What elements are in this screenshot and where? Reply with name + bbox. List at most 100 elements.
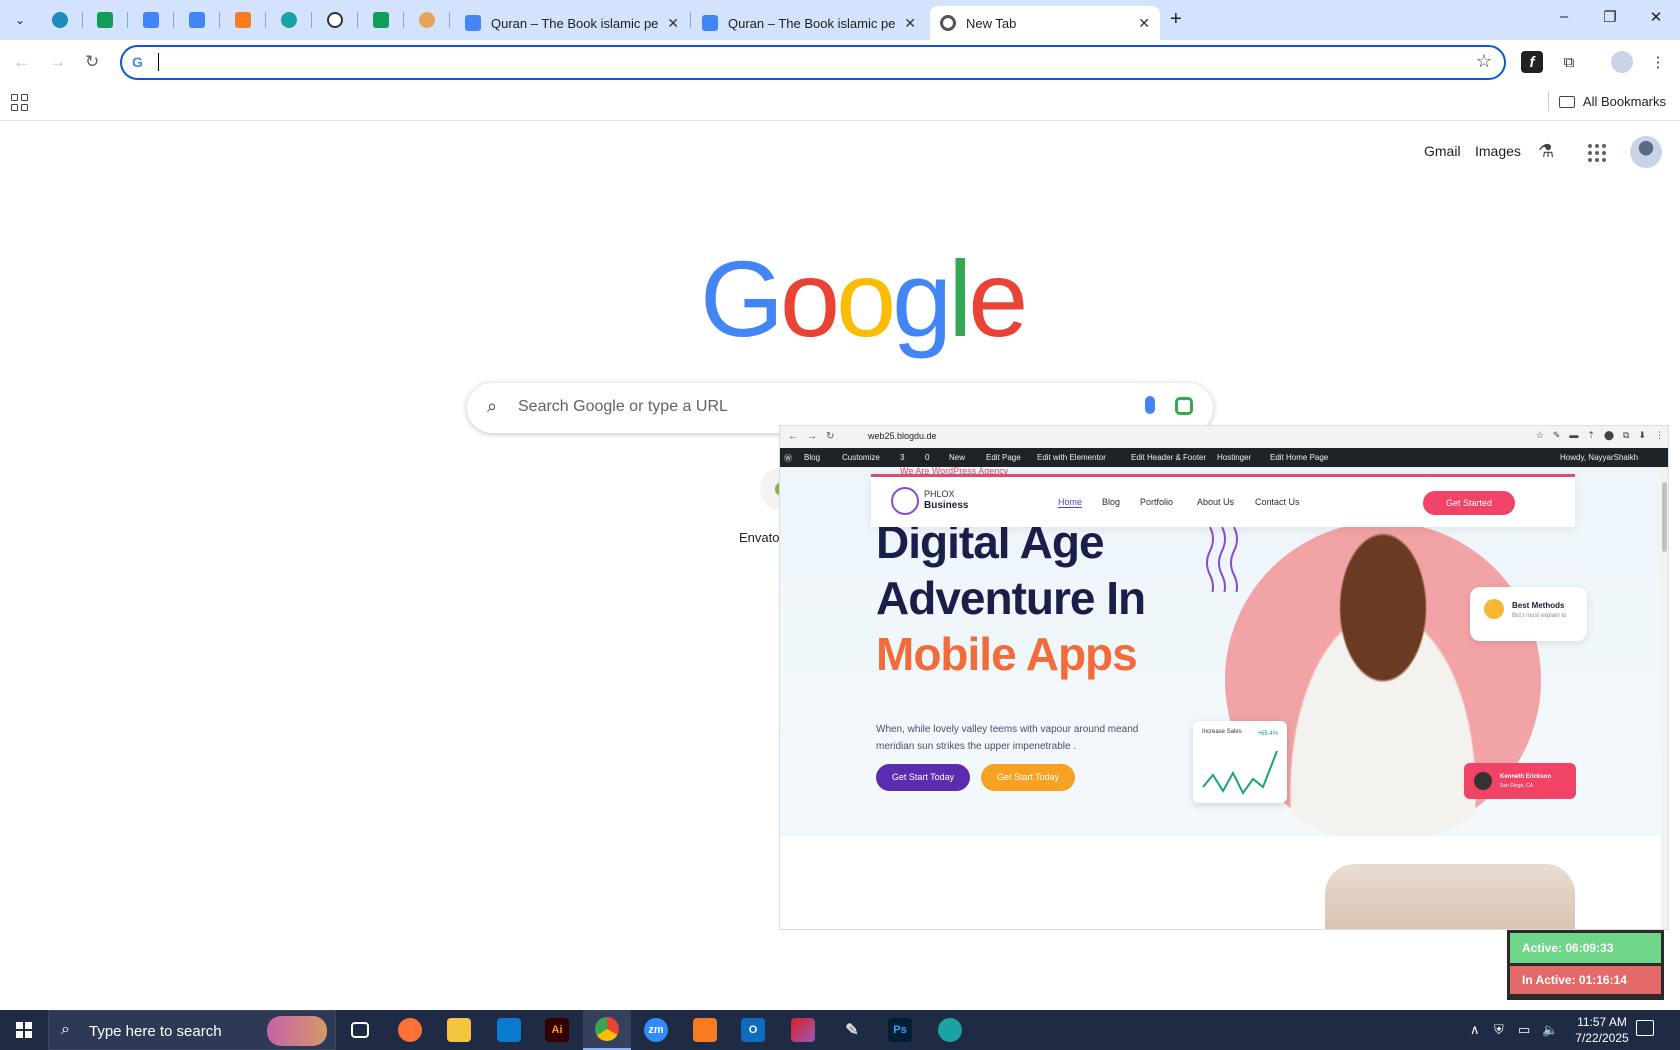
tab-separator [449,12,450,28]
tab-title: New Tab [966,15,1017,31]
taskbar-app[interactable] [926,1010,974,1050]
tab-separator [265,12,266,28]
taskbar-creative-cloud[interactable] [779,1010,827,1050]
apps-grid-icon[interactable] [11,94,28,111]
pinned-tab-docs-2[interactable] [184,8,210,32]
restore-button[interactable]: ❐ [1587,8,1633,26]
gmail-link[interactable]: Gmail [1424,143,1461,159]
pinned-tab-docs[interactable] [138,8,164,32]
pinned-tab-wordpress[interactable] [47,8,73,32]
minimize-button[interactable]: – [1541,8,1587,25]
microphone-icon[interactable] [1145,396,1155,414]
close-icon[interactable]: ✕ [904,15,916,32]
admin-comments: 0 [925,453,930,462]
sheets-icon [97,12,113,28]
close-window-button[interactable]: ✕ [1633,8,1679,26]
forward-button[interactable]: → [49,52,66,72]
active-time: Active: 06:09:33 [1510,933,1661,963]
pinned-tab-xampp[interactable] [230,8,256,32]
wordpress-icon [52,12,68,28]
admin-new: New [949,453,966,462]
extension-icon[interactable]: f [1521,51,1543,73]
brand-top: PHLOX [924,489,955,499]
squiggle-decoration [1206,526,1238,592]
get-start-today-button: Get Start Today [876,764,970,791]
task-view-button[interactable] [336,1010,384,1050]
taskbar-pen-tool[interactable]: ✎ [828,1010,876,1050]
tab-separator [82,12,83,28]
taskbar-search[interactable]: ⌕ Type here to search [48,1010,336,1050]
search-highlight-image [267,1016,327,1046]
tray-volume-icon[interactable]: 🔈 [1542,1022,1558,1038]
address-bar[interactable]: G ☆ [120,45,1506,80]
tab-separator [357,12,358,28]
browser-toolbar: ← → ↻ G ☆ f ⧉ ⋮ [0,40,1680,85]
taskbar-firefox[interactable] [386,1010,434,1050]
pinned-tab-arabic[interactable] [414,8,440,32]
pinned-tab-app[interactable] [276,8,302,32]
taskbar-chrome[interactable] [583,1010,631,1050]
extensions-puzzle-icon[interactable]: ⧉ [1558,51,1580,73]
windows-start-icon[interactable] [16,1022,32,1038]
tab-search-chevron-icon[interactable]: ⌄ [8,8,32,32]
taskbar-zoom[interactable]: zm [632,1010,680,1050]
taskbar-outlook[interactable]: O [729,1010,777,1050]
images-link[interactable]: Images [1475,143,1521,159]
all-bookmarks-button[interactable]: All Bookmarks [1558,94,1666,109]
tray-network-icon[interactable]: ▭ [1518,1022,1530,1038]
firefox-icon [398,1018,422,1042]
folder-icon [1558,95,1575,108]
openai-icon [327,12,343,28]
labs-flask-icon[interactable]: ⚗ [1538,141,1554,162]
phlox-logo-icon [891,487,919,515]
illustrator-icon: Ai [545,1018,569,1042]
account-avatar[interactable] [1630,136,1662,168]
sheets-icon [373,12,389,28]
logo-letter: l [948,238,972,359]
logo-letter: o [780,238,840,359]
inactive-time: In Active: 01:16:14 [1510,966,1661,994]
sales-line-graphic [1202,750,1278,795]
tab-quran-1[interactable]: Quran – The Book islamic peopl ✕ [455,6,689,40]
profile-avatar[interactable] [1611,51,1633,73]
tab-quran-2[interactable]: Quran – The Book islamic peopl ✕ [692,6,926,40]
taskbar-photoshop[interactable]: Ps [876,1010,924,1050]
notifications-icon[interactable] [1636,1020,1654,1036]
pinned-tab-openai[interactable] [322,8,348,32]
reload-button[interactable]: ↻ [85,52,99,72]
google-apps-icon[interactable] [1588,144,1606,162]
taskbar-clock[interactable]: 11:57 AM 7/22/2025 [1562,1014,1642,1046]
tray-security-icon[interactable]: ⛨ [1494,1022,1504,1038]
tray-chevron-icon[interactable]: ∧ [1470,1022,1480,1038]
taskbar-vscode[interactable] [485,1010,533,1050]
activity-timer-widget[interactable]: Active: 06:09:33 In Active: 01:16:14 [1507,930,1664,1000]
windows-taskbar: ⌕ Type here to search Ai zm O ✎ Ps ∧ ⛨ ▭… [0,1010,1680,1050]
new-tab-button[interactable]: + [1170,8,1182,31]
menu-home: Home [1058,497,1083,508]
hero-heading-line2: Adventure In [876,572,1146,624]
close-icon[interactable]: ✕ [1138,15,1150,32]
search-icon: ⌕ [487,396,498,416]
pinned-tab-sheets-2[interactable] [368,8,394,32]
logo-letter: e [968,238,1028,359]
admin-hostinger: Hostinger [1217,453,1252,462]
task-view-icon [351,1022,369,1038]
admin-edit-page: Edit Page [986,453,1021,462]
all-bookmarks-label: All Bookmarks [1582,94,1666,109]
taskbar-explorer[interactable] [435,1010,483,1050]
google-lens-icon[interactable] [1175,397,1193,415]
close-icon[interactable]: ✕ [667,15,679,32]
tab-new-tab[interactable]: New Tab ✕ [930,6,1160,40]
tab-separator [403,12,404,28]
pinned-tab-sheets[interactable] [92,8,118,32]
forms-icon [702,15,718,31]
taskbar-xampp[interactable] [681,1010,729,1050]
back-button[interactable]: ← [13,52,30,72]
taskbar-illustrator[interactable]: Ai [533,1010,581,1050]
best-methods-card: Best Methods But I must explain to [1470,587,1587,641]
bookmark-star-icon[interactable]: ☆ [1476,51,1492,72]
browser-menu-icon[interactable]: ⋮ [1647,51,1669,73]
increase-sales-card: Increase Sales +65.4% [1193,721,1287,803]
admin-customize: Customize [842,453,880,462]
logo-letter: g [892,238,952,359]
